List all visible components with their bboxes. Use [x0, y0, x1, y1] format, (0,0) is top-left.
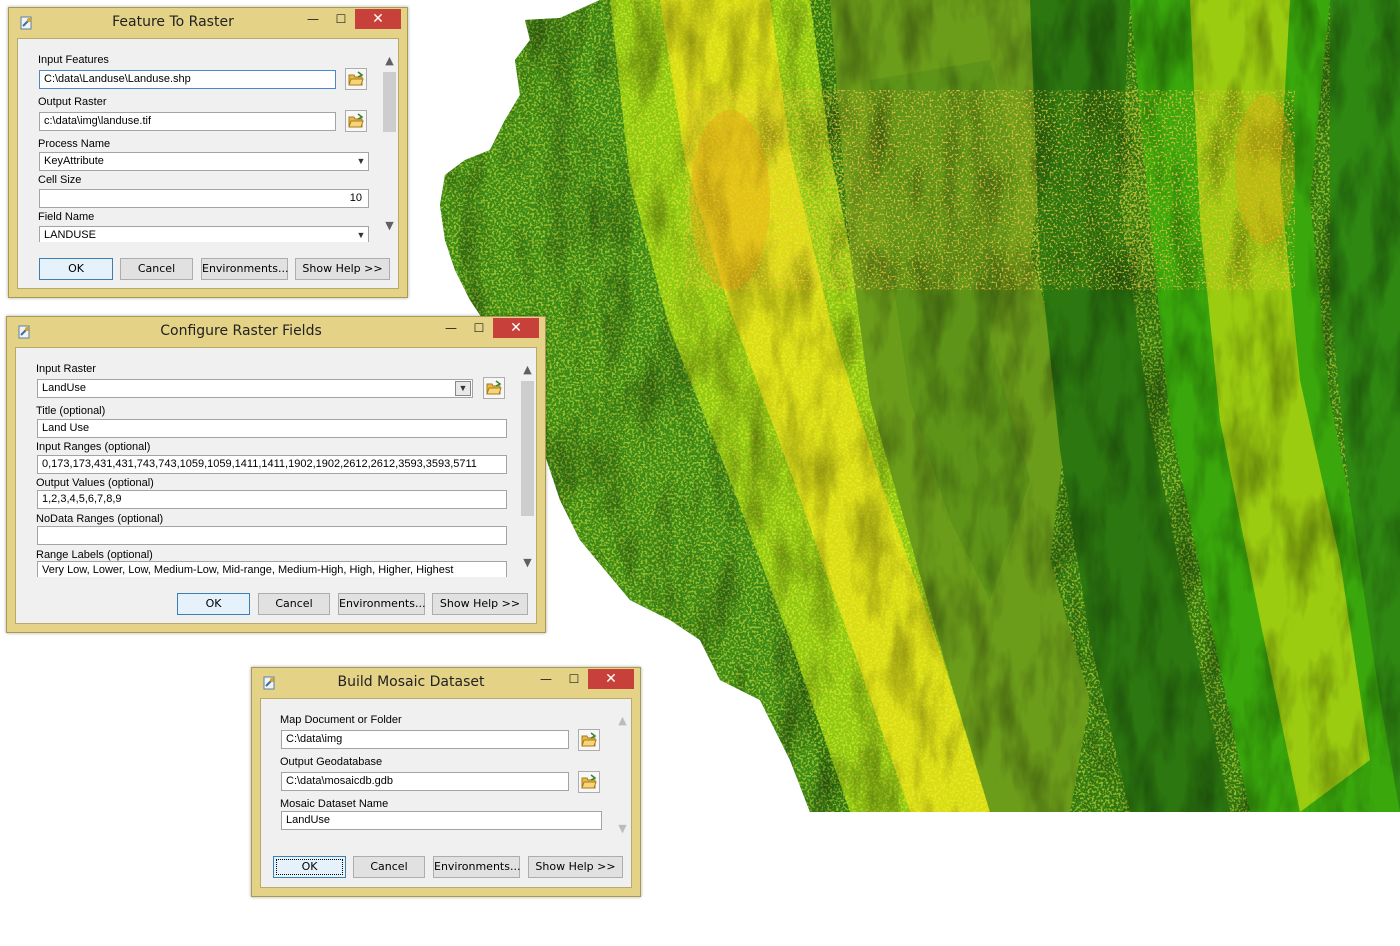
range-labels-label: Range Labels (optional) — [36, 549, 153, 561]
parameter-form: Map Document or Folder C:\data\img Outpu… — [261, 699, 613, 841]
browse-input-features-button[interactable] — [345, 68, 367, 90]
title-field[interactable]: Land Use — [37, 419, 507, 438]
environments-button[interactable]: Environments... — [201, 258, 288, 280]
close-button[interactable]: ✕ — [355, 9, 401, 29]
ok-button[interactable]: OK — [39, 258, 113, 280]
title-bar[interactable]: Feature To Raster — ☐ ✕ — [9, 8, 407, 38]
ok-button[interactable]: OK — [273, 856, 346, 878]
process-name-dropdown[interactable]: KeyAttribute ▼ — [39, 152, 369, 171]
show-help-button[interactable]: Show Help >> — [432, 593, 528, 615]
minimize-button[interactable]: — — [299, 9, 327, 29]
scroll-down-icon[interactable]: ▼ — [614, 820, 631, 837]
input-features-field[interactable]: C:\data\Landuse\Landuse.shp — [39, 70, 336, 89]
scroll-thumb[interactable] — [383, 72, 396, 132]
arcgis-tool-icon — [20, 16, 32, 30]
chevron-down-icon: ▼ — [356, 156, 366, 166]
nodata-ranges-label: NoData Ranges (optional) — [36, 513, 164, 525]
output-values-field[interactable]: 1,2,3,4,5,6,7,8,9 — [37, 490, 507, 509]
cell-size-label: Cell Size — [38, 174, 82, 186]
scroll-thumb[interactable] — [521, 381, 534, 516]
scroll-up-icon[interactable]: ▲ — [519, 361, 536, 378]
parameter-form: Input Raster LandUse ▼ Title (optional) … — [16, 348, 518, 577]
minimize-button[interactable]: — — [532, 669, 560, 689]
maximize-button[interactable]: ☐ — [465, 318, 493, 338]
process-name-value: KeyAttribute — [44, 155, 104, 167]
process-name-label: Process Name — [38, 138, 111, 150]
field-name-label: Field Name — [38, 211, 95, 223]
browse-input-raster-button[interactable] — [483, 377, 505, 399]
ok-button[interactable]: OK — [177, 593, 250, 615]
close-button[interactable]: ✕ — [588, 669, 634, 689]
open-folder-icon — [581, 732, 597, 747]
output-geodatabase-field[interactable]: C:\data\mosaicdb.gdb — [281, 772, 569, 791]
cancel-button[interactable]: Cancel — [353, 856, 425, 878]
build-mosaic-dataset-dialog: Build Mosaic Dataset — ☐ ✕ Map Document … — [251, 667, 641, 897]
input-raster-dropdown[interactable]: LandUse ▼ — [37, 379, 473, 398]
form-scrollbar[interactable]: ▲ ▼ — [519, 361, 536, 571]
show-help-button[interactable]: Show Help >> — [528, 856, 623, 878]
dialog-title: Build Mosaic Dataset — [337, 674, 485, 690]
nodata-ranges-field[interactable] — [37, 526, 507, 545]
mosaic-dataset-name-label: Mosaic Dataset Name — [280, 798, 389, 810]
scroll-up-icon[interactable]: ▲ — [614, 712, 631, 729]
input-raster-label: Input Raster — [36, 363, 96, 375]
field-name-value: LANDUSE — [44, 229, 96, 241]
parameter-form: Input Features C:\data\Landuse\Landuse.s… — [18, 39, 380, 242]
input-ranges-field[interactable]: 0,173,173,431,431,743,743,1059,1059,1411… — [37, 455, 507, 474]
browse-output-raster-button[interactable] — [345, 110, 367, 132]
scroll-down-icon[interactable]: ▼ — [519, 554, 536, 571]
cancel-button[interactable]: Cancel — [258, 593, 330, 615]
minimize-button[interactable]: — — [437, 318, 465, 338]
output-raster-field[interactable]: c:\data\img\landuse.tif — [39, 112, 336, 131]
form-scrollbar[interactable]: ▲ ▼ — [381, 52, 398, 234]
show-help-button[interactable]: Show Help >> — [295, 258, 390, 280]
environments-button[interactable]: Environments... — [338, 593, 425, 615]
form-scrollbar[interactable]: ▲ ▼ — [614, 712, 631, 837]
environments-button[interactable]: Environments... — [433, 856, 520, 878]
open-folder-icon — [348, 71, 364, 86]
title-bar[interactable]: Configure Raster Fields — ☐ ✕ — [7, 317, 545, 347]
output-values-label: Output Values (optional) — [36, 477, 154, 489]
maximize-button[interactable]: ☐ — [560, 669, 588, 689]
open-folder-icon — [348, 113, 364, 128]
dialog-client-area: Input Features C:\data\Landuse\Landuse.s… — [17, 38, 399, 289]
map-document-field[interactable]: C:\data\img — [281, 730, 569, 749]
feature-to-raster-dialog: Feature To Raster — ☐ ✕ Input Features C… — [8, 7, 408, 298]
maximize-button[interactable]: ☐ — [327, 9, 355, 29]
scroll-down-icon[interactable]: ▼ — [381, 217, 398, 234]
cancel-button[interactable]: Cancel — [120, 258, 193, 280]
output-geodatabase-label: Output Geodatabase — [280, 756, 383, 768]
dialog-title: Feature To Raster — [112, 14, 234, 30]
map-document-label: Map Document or Folder — [280, 714, 402, 726]
arcgis-tool-icon — [263, 676, 275, 690]
chevron-down-icon: ▼ — [455, 381, 471, 396]
dialog-client-area: Map Document or Folder C:\data\img Outpu… — [260, 698, 632, 888]
mosaic-dataset-name-field[interactable]: LandUse — [281, 811, 602, 830]
chevron-down-icon: ▼ — [356, 230, 366, 240]
input-ranges-label: Input Ranges (optional) — [36, 441, 151, 453]
cell-size-field[interactable]: 10 — [39, 189, 369, 208]
browse-output-geodatabase-button[interactable] — [578, 771, 600, 793]
configure-raster-fields-dialog: Configure Raster Fields — ☐ ✕ Input Rast… — [6, 316, 546, 633]
input-features-label: Input Features — [38, 54, 109, 66]
arcgis-tool-icon — [18, 325, 30, 339]
field-name-dropdown[interactable]: LANDUSE ▼ — [39, 226, 369, 242]
open-folder-icon — [486, 380, 502, 395]
input-raster-value: LandUse — [42, 382, 87, 394]
close-button[interactable]: ✕ — [493, 318, 539, 338]
browse-map-document-button[interactable] — [578, 729, 600, 751]
dialog-title: Configure Raster Fields — [160, 323, 322, 339]
scroll-up-icon[interactable]: ▲ — [381, 52, 398, 69]
open-folder-icon — [581, 774, 597, 789]
title-label: Title (optional) — [36, 405, 106, 417]
range-labels-field[interactable]: Very Low, Lower, Low, Medium-Low, Mid-ra… — [37, 561, 507, 577]
output-raster-label: Output Raster — [38, 96, 107, 108]
dialog-client-area: Input Raster LandUse ▼ Title (optional) … — [15, 347, 537, 624]
title-bar[interactable]: Build Mosaic Dataset — ☐ ✕ — [252, 668, 640, 698]
